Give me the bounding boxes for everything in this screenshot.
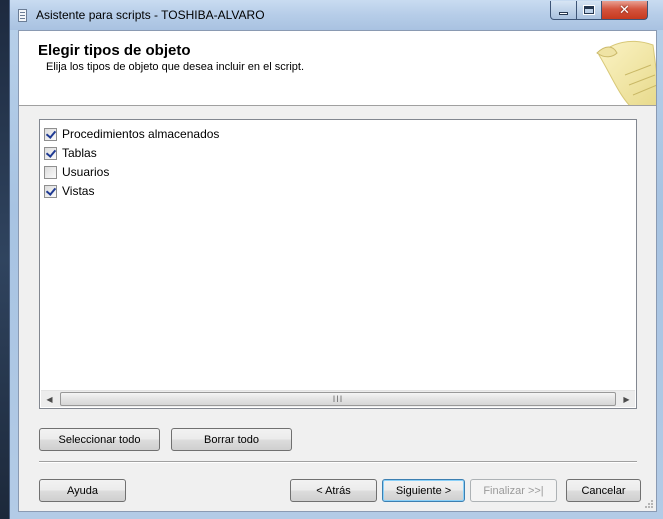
scroll-left-button[interactable]: ◀ bbox=[41, 391, 58, 408]
next-button[interactable]: Siguiente > bbox=[382, 479, 465, 502]
list-item[interactable]: Procedimientos almacenados bbox=[44, 125, 219, 143]
maximize-button[interactable] bbox=[576, 1, 602, 20]
wizard-client-area: Elegir tipos de objeto Elija los tipos d… bbox=[18, 30, 657, 512]
footer-divider bbox=[39, 461, 637, 463]
checkbox-vistas[interactable] bbox=[44, 184, 57, 198]
help-button[interactable]: Ayuda bbox=[39, 479, 126, 502]
list-item[interactable]: Usuarios bbox=[44, 163, 109, 181]
desktop-background bbox=[0, 0, 9, 519]
checkbox-procedimientos[interactable] bbox=[44, 127, 57, 141]
horizontal-scrollbar[interactable]: ◀ III ▶ bbox=[41, 390, 635, 407]
back-button[interactable]: < Atrás bbox=[290, 479, 377, 502]
finish-button[interactable]: Finalizar >>| bbox=[470, 479, 557, 502]
page-subtitle: Elija los tipos de objeto que desea incl… bbox=[46, 61, 305, 73]
list-item-label: Procedimientos almacenados bbox=[62, 127, 220, 141]
page-title: Elegir tipos de objeto bbox=[38, 42, 191, 59]
clear-all-button[interactable]: Borrar todo bbox=[171, 428, 292, 451]
cancel-button[interactable]: Cancelar bbox=[566, 479, 641, 502]
resize-grip-icon[interactable] bbox=[644, 499, 654, 509]
close-button[interactable]: ✕ bbox=[601, 1, 648, 20]
list-item[interactable]: Vistas bbox=[44, 182, 94, 200]
chevron-right-icon: ▶ bbox=[623, 395, 630, 404]
grip-icon: III bbox=[332, 393, 344, 404]
window-title: Asistente para scripts - TOSHIBA-ALVARO bbox=[36, 8, 265, 22]
object-types-list[interactable]: Procedimientos almacenados Tablas Usuari… bbox=[39, 119, 637, 409]
minimize-icon bbox=[559, 11, 568, 15]
title-bar[interactable]: Asistente para scripts - TOSHIBA-ALVARO … bbox=[10, 0, 663, 30]
scrollbar-thumb[interactable]: III bbox=[60, 392, 616, 406]
wizard-header: Elegir tipos de objeto Elija los tipos d… bbox=[19, 31, 656, 106]
list-item-label: Usuarios bbox=[62, 165, 110, 179]
document-icon bbox=[18, 9, 27, 22]
scroll-right-button[interactable]: ▶ bbox=[618, 391, 635, 408]
minimize-button[interactable] bbox=[550, 1, 577, 20]
list-item-label: Tablas bbox=[62, 146, 97, 160]
maximize-icon bbox=[583, 5, 595, 15]
wizard-window: Asistente para scripts - TOSHIBA-ALVARO … bbox=[9, 0, 663, 519]
chevron-left-icon: ◀ bbox=[46, 395, 53, 404]
scroll-icon bbox=[596, 40, 656, 105]
select-all-button[interactable]: Seleccionar todo bbox=[39, 428, 160, 451]
checkbox-tablas[interactable] bbox=[44, 146, 57, 160]
list-item[interactable]: Tablas bbox=[44, 144, 97, 162]
list-item-label: Vistas bbox=[62, 184, 95, 198]
checkbox-usuarios[interactable] bbox=[44, 165, 57, 179]
close-icon: ✕ bbox=[619, 2, 630, 18]
